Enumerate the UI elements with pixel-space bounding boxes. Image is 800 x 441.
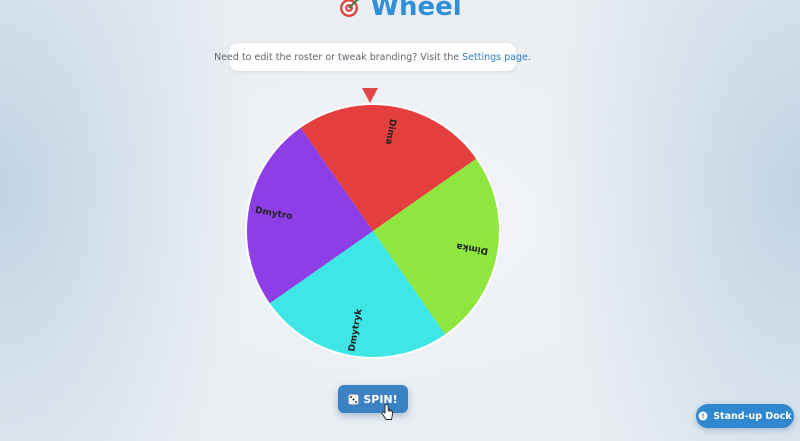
dock-label: Stand-up Dock: [713, 410, 792, 422]
target-dart-icon: [338, 0, 362, 19]
app-title: Wheel: [370, 0, 462, 22]
compass-icon: [698, 411, 708, 421]
wheel[interactable]: Dima Dimka Dmytryk Dmytro: [244, 86, 504, 361]
notice-suffix: .: [527, 51, 531, 63]
app-header: Wheel: [0, 0, 800, 22]
settings-notice: Need to edit the roster or tweak brandin…: [214, 43, 531, 71]
triangle-pointer-icon: [362, 88, 378, 103]
settings-link[interactable]: Settings page: [462, 52, 528, 63]
dice-icon: [348, 393, 360, 405]
standup-dock-button[interactable]: Stand-up Dock: [696, 404, 794, 428]
spin-button[interactable]: SPIN!: [338, 385, 408, 413]
hand-cursor-icon: [380, 404, 394, 422]
notice-text: Need to edit the roster or tweak brandin…: [214, 51, 460, 63]
